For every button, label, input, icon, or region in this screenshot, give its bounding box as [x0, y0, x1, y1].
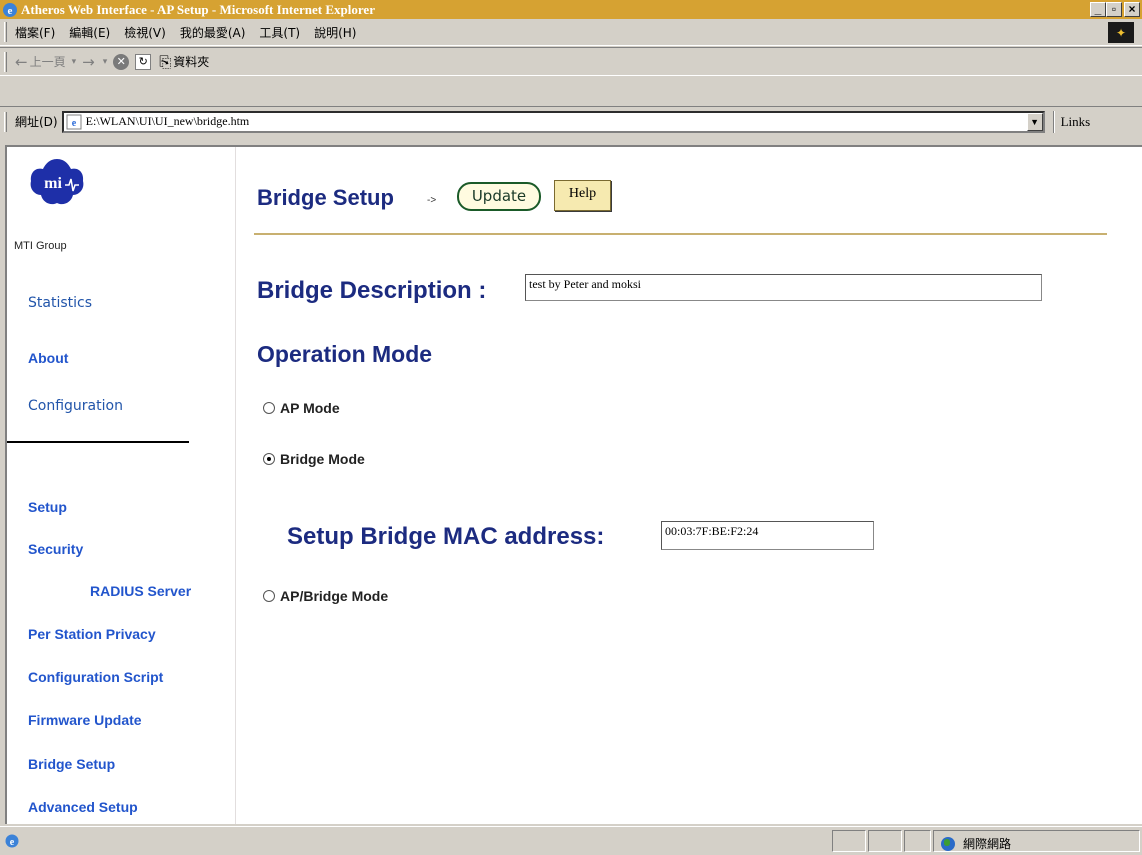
security-zone: 網際網路 [941, 835, 1011, 852]
header-rule [254, 233, 1107, 235]
address-label: 網址(D) [15, 115, 58, 129]
mac-address-label: Setup Bridge MAC address: [287, 523, 605, 550]
svg-text:mi: mi [44, 175, 62, 192]
back-dropdown-icon[interactable]: ▾ [72, 57, 77, 67]
svg-text:e: e [10, 837, 15, 848]
logo-caption: MTI Group [14, 240, 67, 252]
ap-mode-option[interactable]: AP Mode [263, 400, 340, 416]
bridge-mode-option[interactable]: Bridge Mode [263, 451, 365, 467]
title-bar[interactable]: e Atheros Web Interface - AP Setup - Mic… [0, 0, 1142, 19]
internet-globe-icon [941, 836, 955, 851]
ap-mode-label: AP Mode [280, 400, 340, 416]
back-label: 上一頁 [29, 55, 66, 69]
minimize-button[interactable]: _ [1090, 2, 1106, 17]
nav-bridge-setup[interactable]: Bridge Setup [28, 756, 115, 772]
toolbar-grip [4, 51, 7, 72]
forward-dropdown-icon[interactable]: ▾ [103, 57, 108, 67]
stop-icon[interactable]: ✕ [113, 53, 130, 70]
address-grip [4, 111, 7, 132]
nav-radius-server[interactable]: RADIUS Server [90, 583, 191, 599]
nav-statistics[interactable]: Statistics [28, 295, 92, 311]
ap-bridge-mode-radio[interactable] [263, 590, 275, 602]
menu-edit[interactable]: 編輯(E) [69, 24, 110, 41]
ie-icon: e [3, 2, 17, 17]
links-button[interactable]: Links [1061, 114, 1091, 130]
back-button[interactable]: ← 上一頁 ▾ [15, 53, 76, 71]
forward-arrow-icon: → [82, 52, 95, 71]
bridge-description-input[interactable]: test by Peter and moksi [525, 274, 1042, 301]
help-button[interactable]: Help [554, 180, 611, 211]
bridge-mode-label: Bridge Mode [280, 451, 365, 467]
update-button[interactable]: Update [457, 182, 541, 211]
page-title: Bridge Setup [257, 185, 394, 210]
menu-help[interactable]: 說明(H) [314, 24, 356, 41]
sidebar: mi MTI Group Statistics About Configurat… [7, 147, 236, 824]
svg-text:e: e [71, 118, 76, 129]
menu-tools[interactable]: 工具(T) [259, 24, 300, 41]
bridge-mode-radio[interactable] [263, 453, 275, 465]
links-separator [1052, 110, 1055, 133]
mac-address-input[interactable]: 00:03:7F:BE:F2:24 [661, 521, 874, 550]
close-button[interactable]: × [1124, 2, 1140, 17]
status-pane-1 [832, 830, 866, 852]
menu-bar: 檔案(F) 編輯(E) 檢視(V) 我的最愛(A) 工具(T) 說明(H) ✦ [0, 19, 1142, 46]
nav-advanced-setup[interactable]: Advanced Setup [28, 799, 138, 815]
nav-about[interactable]: About [28, 350, 68, 366]
ap-bridge-mode-label: AP/Bridge Mode [280, 588, 389, 604]
main-panel: Bridge Setup -> Update Help Bridge Descr… [237, 147, 1137, 824]
windows-logo-icon: ✦ [1108, 22, 1134, 43]
mti-logo: mi [30, 159, 84, 205]
nav-security[interactable]: Security [28, 541, 83, 557]
zone-label: 網際網路 [963, 837, 1012, 851]
menu-favorites[interactable]: 我的最愛(A) [180, 24, 246, 41]
address-input[interactable]: e E:\WLAN\UI\UI_new\bridge.htm ▼ [61, 110, 1045, 133]
sidebar-divider [7, 441, 189, 443]
standard-toolbar: ← 上一頁 ▾ → ▾ ✕ ↻ ⎘ 資料夾 [0, 47, 1142, 76]
refresh-icon[interactable]: ↻ [135, 53, 152, 70]
status-pane-2 [868, 830, 902, 852]
status-bar: e 網際網路 [0, 826, 1142, 855]
menu-view[interactable]: 檢視(V) [124, 24, 166, 41]
folder-icon: ⎘ [159, 52, 172, 71]
page-content: mi MTI Group Statistics About Configurat… [5, 145, 1142, 824]
address-bar: 網址(D) e E:\WLAN\UI\UI_new\bridge.htm ▼ L… [0, 106, 1142, 136]
nav-configuration-script[interactable]: Configuration Script [28, 669, 163, 685]
status-pane-3 [904, 830, 931, 852]
folders-label: 資料夾 [173, 55, 210, 69]
address-url[interactable]: E:\WLAN\UI\UI_new\bridge.htm [86, 114, 250, 129]
page-icon: e [66, 114, 82, 129]
bridge-description-label: Bridge Description : [257, 277, 487, 304]
address-dropdown-icon[interactable]: ▼ [1026, 112, 1043, 131]
menu-file[interactable]: 檔案(F) [15, 24, 55, 41]
ie-page-icon: e [5, 834, 19, 848]
menu-grip [4, 22, 7, 42]
maximize-button[interactable]: ▫ [1106, 2, 1122, 17]
nav-firmware-update[interactable]: Firmware Update [28, 712, 142, 728]
ap-mode-radio[interactable] [263, 402, 275, 414]
title-arrow: -> [427, 195, 437, 206]
forward-button[interactable]: → ▾ [82, 53, 107, 71]
ap-bridge-mode-option[interactable]: AP/Bridge Mode [263, 588, 388, 604]
operation-mode-heading: Operation Mode [257, 341, 433, 367]
folders-button[interactable]: ⎘ 資料夾 [159, 53, 209, 71]
nav-configuration[interactable]: Configuration [28, 398, 123, 414]
svg-text:e: e [8, 5, 13, 17]
nav-per-station-privacy[interactable]: Per Station Privacy [28, 626, 156, 642]
nav-setup[interactable]: Setup [28, 499, 67, 515]
window-title: Atheros Web Interface - AP Setup - Micro… [21, 1, 375, 17]
back-arrow-icon: ← [15, 52, 28, 71]
